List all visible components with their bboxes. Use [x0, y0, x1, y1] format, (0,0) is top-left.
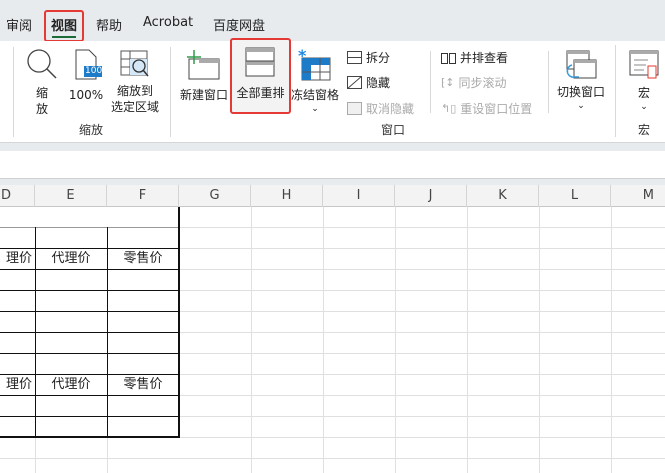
hide-icon	[347, 76, 362, 89]
new-window-button[interactable]: 新建窗口	[177, 47, 231, 107]
new-window-icon	[187, 50, 220, 80]
arrange-all-button[interactable]: 全部重排	[230, 38, 291, 114]
cell-d9[interactable]: 理价	[0, 374, 35, 395]
zoom-to-selection-button[interactable]: 缩放到 选定区域	[108, 47, 162, 117]
chevron-down-icon: ⌄	[311, 104, 319, 114]
column-header-i[interactable]: I	[323, 185, 395, 207]
zoom-selection-label-2: 选定区域	[110, 100, 159, 114]
merged-title-cell[interactable]	[0, 207, 178, 227]
divider	[430, 51, 431, 113]
column-header-k[interactable]: K	[467, 185, 539, 207]
tab-help[interactable]: 帮助	[96, 15, 122, 34]
tab-baidu-netdisk[interactable]: 百度网盘	[213, 15, 265, 34]
sync-scroll-button[interactable]: ⁅↕ 同步滚动	[441, 74, 507, 91]
freeze-panes-icon: *	[298, 46, 331, 81]
zoom-100-button[interactable]: 100 100%	[68, 47, 104, 107]
divider	[13, 47, 14, 137]
cell-f9[interactable]: 零售价	[107, 374, 179, 395]
column-header-j[interactable]: J	[395, 185, 467, 207]
unhide-label: 取消隐藏	[366, 102, 415, 116]
worksheet-grid[interactable]: 理价 代理价 零售价 理价 代理价 零售价	[0, 207, 665, 473]
group-label-window: 窗口	[381, 123, 406, 137]
hide-button[interactable]: 隐藏	[347, 74, 390, 91]
magnifier-icon	[27, 49, 57, 79]
cell-f3[interactable]: 零售价	[107, 248, 179, 269]
cell-e3[interactable]: 代理价	[35, 248, 107, 269]
column-headers: D E F G H I J K L M	[0, 185, 665, 207]
sync-scroll-label: 同步滚动	[458, 76, 507, 90]
column-header-m[interactable]: M	[611, 185, 665, 207]
unhide-button[interactable]: 取消隐藏	[347, 100, 414, 117]
column-header-e[interactable]: E	[35, 185, 107, 207]
divider	[615, 45, 616, 137]
reset-position-label: 重设窗口位置	[460, 102, 533, 116]
switch-windows-icon	[566, 50, 597, 79]
formula-bar[interactable]	[0, 151, 665, 179]
zoom-100-label: 100%	[68, 88, 104, 102]
zoom-selection-label-1: 缩放到	[116, 84, 153, 98]
freeze-panes-button[interactable]: * 冻结窗格 ⌄	[290, 46, 340, 117]
arrange-all-icon	[245, 47, 275, 77]
arrange-all-label: 全部重排	[236, 86, 285, 100]
column-header-d[interactable]: D	[0, 185, 35, 207]
column-header-g[interactable]: G	[179, 185, 251, 207]
group-label-macros: 宏	[638, 123, 651, 137]
tab-acrobat[interactable]: Acrobat	[143, 15, 193, 30]
ribbon: 缩 放 100 100% 缩放到 选定区域 缩放 新建窗口 全部重排 * 冻结窗…	[0, 38, 665, 143]
zoom-button[interactable]: 缩 放	[24, 47, 60, 119]
switch-windows-button[interactable]: 切换窗口 ⌄	[553, 47, 609, 117]
unhide-icon	[347, 102, 362, 115]
view-side-by-side-button[interactable]: 并排查看	[441, 49, 508, 66]
column-header-f[interactable]: F	[107, 185, 179, 207]
zoom-selection-icon	[120, 50, 149, 77]
cell-d3[interactable]: 理价	[0, 248, 35, 269]
chevron-down-icon: ⌄	[577, 101, 585, 111]
sync-scroll-icon: ⁅↕	[441, 76, 455, 89]
badge-100: 100	[85, 66, 103, 76]
column-header-l[interactable]: L	[539, 185, 611, 207]
cell-e9[interactable]: 代理价	[35, 374, 107, 395]
divider	[170, 47, 171, 137]
side-by-side-icon	[441, 52, 456, 64]
split-button[interactable]: 拆分	[347, 49, 390, 66]
zoom-label: 缩 放	[35, 86, 48, 116]
split-icon	[347, 51, 362, 64]
reset-position-icon: ↰▯	[441, 102, 457, 115]
active-tab-indicator	[52, 36, 76, 38]
hide-label: 隐藏	[366, 76, 391, 90]
chevron-down-icon: ⌄	[640, 102, 648, 112]
ribbon-bottom-strip	[0, 143, 665, 151]
macros-button[interactable]: 宏 ⌄	[624, 47, 664, 117]
group-label-zoom: 缩放	[79, 123, 104, 137]
new-window-label: 新建窗口	[179, 88, 228, 102]
split-label: 拆分	[366, 51, 391, 65]
ribbon-tab-bar: 审阅 视图 帮助 Acrobat 百度网盘	[0, 0, 665, 42]
tab-review[interactable]: 审阅	[6, 15, 32, 34]
column-header-h[interactable]: H	[251, 185, 323, 207]
macro-icon	[629, 50, 659, 79]
reset-window-position-button[interactable]: ↰▯ 重设窗口位置	[441, 100, 532, 117]
side-by-side-label: 并排查看	[460, 51, 509, 65]
divider	[548, 51, 549, 113]
